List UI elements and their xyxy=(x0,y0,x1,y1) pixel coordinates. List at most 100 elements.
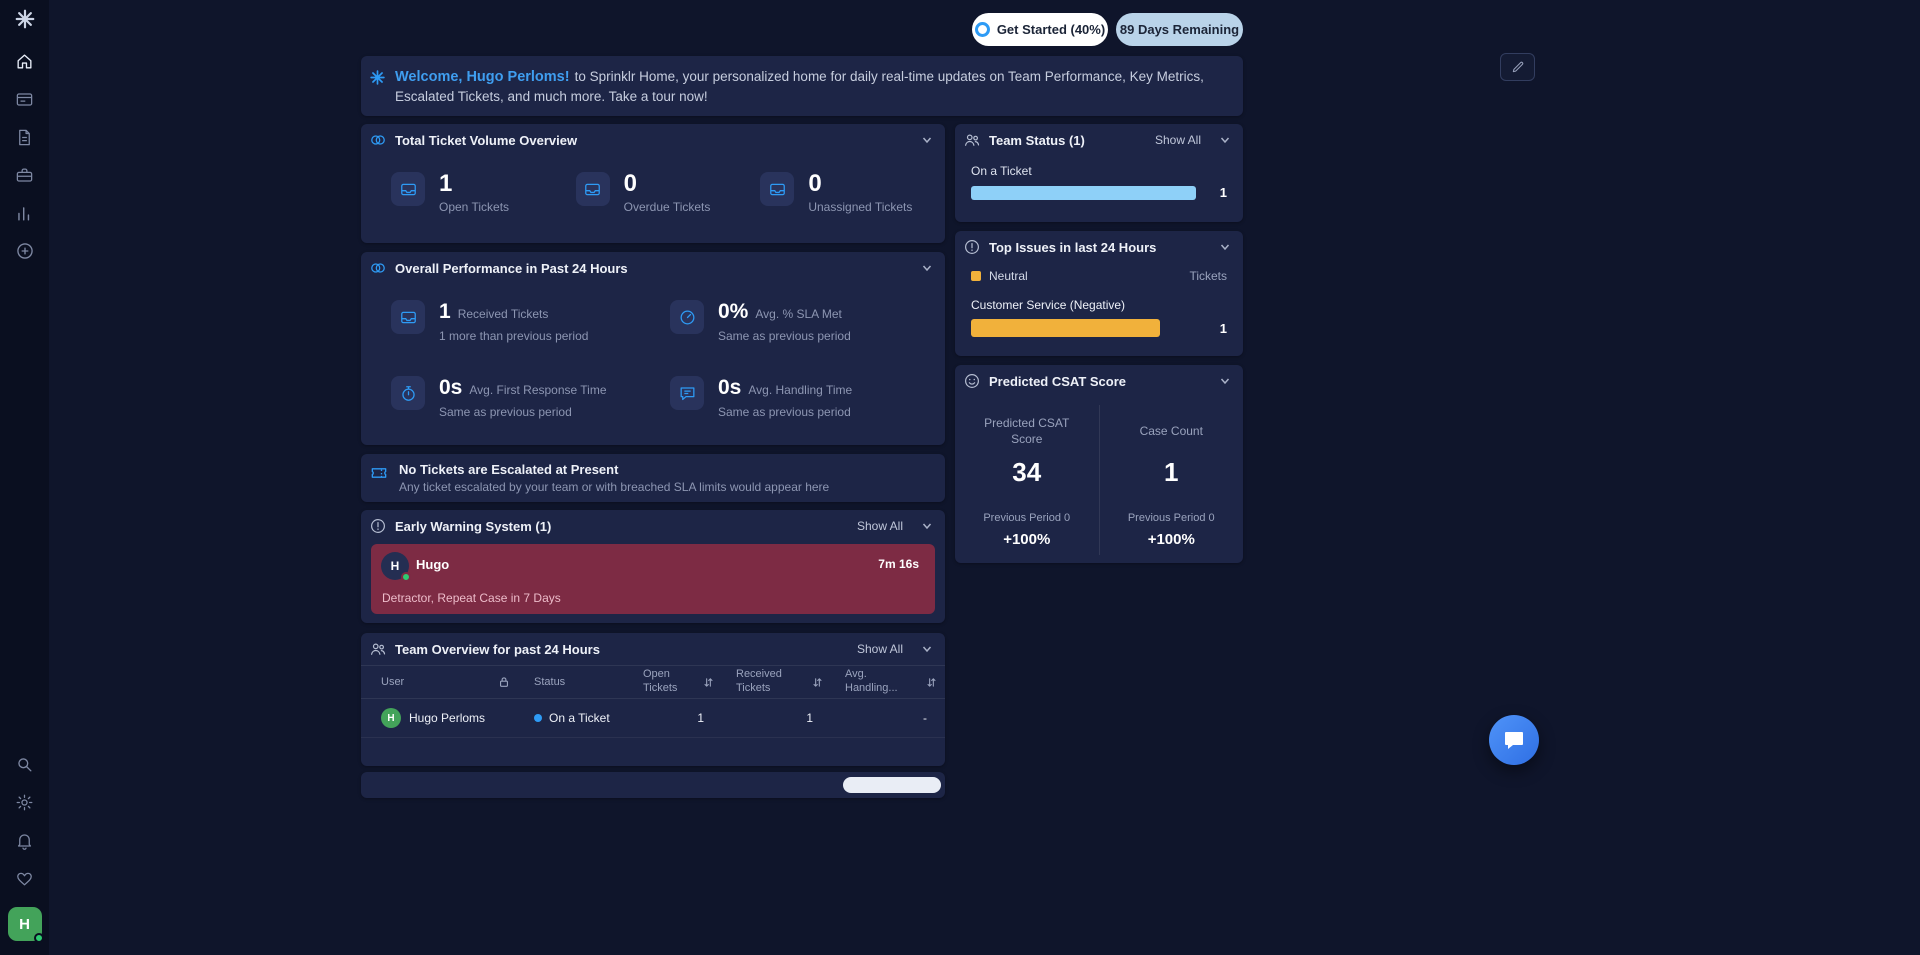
neutral-sentiment-icon xyxy=(971,271,981,281)
performance-stats: 1Received Tickets 1 more than previous p… xyxy=(361,284,945,432)
case-count-previous: Previous Period 0 xyxy=(1100,512,1244,524)
search-icon[interactable] xyxy=(13,752,37,776)
team-icon xyxy=(369,640,387,658)
case-count-column: Case Count 1 Previous Period 0 +100% xyxy=(1100,405,1244,555)
team-status-show-all-link[interactable]: Show All xyxy=(1155,133,1201,147)
chat-icon xyxy=(670,376,704,410)
chevron-down-icon[interactable] xyxy=(1219,375,1231,387)
notifications-bell-icon[interactable] xyxy=(13,828,37,852)
issue-bar xyxy=(971,319,1160,337)
sort-icon[interactable] xyxy=(812,677,823,688)
team-overview-card: Team Overview for past 24 Hours Show All… xyxy=(361,633,945,766)
create-plus-icon[interactable] xyxy=(13,239,37,263)
stat-label: Unassigned Tickets xyxy=(808,200,912,214)
alert-icon xyxy=(369,517,387,535)
escalation-title: No Tickets are Escalated at Present xyxy=(399,462,829,477)
stat-label: Overdue Tickets xyxy=(624,200,711,214)
chevron-down-icon[interactable] xyxy=(921,262,933,274)
home-icon[interactable] xyxy=(13,49,37,73)
row-received-value: 1 xyxy=(806,711,813,725)
days-remaining-button[interactable]: 89 Days Remaining xyxy=(1116,13,1243,46)
column-user-label: User xyxy=(381,676,404,688)
cutoff-panel xyxy=(361,772,945,798)
chevron-down-icon[interactable] xyxy=(1219,134,1231,146)
case-document-icon[interactable] xyxy=(13,125,37,149)
chevron-down-icon[interactable] xyxy=(921,643,933,655)
row-avg-handling-value: - xyxy=(923,711,927,725)
row-user-name: Hugo Perloms xyxy=(409,711,485,725)
card-title: Total Ticket Volume Overview xyxy=(395,133,577,148)
welcome-text: Welcome, Hugo Perloms!to Sprinklr Home, … xyxy=(395,67,1223,106)
stat-value: 0 xyxy=(624,172,711,196)
open-tickets-stat: 1 Open Tickets xyxy=(391,172,576,214)
days-remaining-label: 89 Days Remaining xyxy=(1120,22,1239,37)
settings-gear-icon[interactable] xyxy=(13,790,37,814)
online-status-dot xyxy=(34,933,44,943)
performance-card: Overall Performance in Past 24 Hours 1Re… xyxy=(361,252,945,445)
team-overview-show-all-link[interactable]: Show All xyxy=(857,642,903,656)
team-icon xyxy=(963,131,981,149)
sprinklr-logo-icon xyxy=(14,8,36,30)
chevron-down-icon[interactable] xyxy=(921,134,933,146)
sort-icon[interactable] xyxy=(926,677,937,688)
analytics-icon[interactable] xyxy=(13,201,37,225)
table-row[interactable]: H Hugo Perloms On a Ticket 1 1 - xyxy=(361,699,945,738)
chevron-down-icon[interactable] xyxy=(921,520,933,532)
stat-subtext: Same as previous period xyxy=(439,405,607,419)
issue-label: Customer Service (Negative) xyxy=(971,298,1227,312)
welcome-title: Welcome, Hugo Perloms! xyxy=(395,69,570,85)
inbox-icon xyxy=(760,172,794,206)
get-started-label: Get Started (40%) xyxy=(997,22,1105,37)
ews-show-all-link[interactable]: Show All xyxy=(857,519,903,533)
progress-ring-icon xyxy=(975,22,990,37)
overview-rings-icon xyxy=(369,131,387,149)
card-title: Predicted CSAT Score xyxy=(989,374,1126,389)
status-category-label: On a Ticket xyxy=(971,164,1227,178)
csat-card: Predicted CSAT Score Predicted CSAT Scor… xyxy=(955,365,1243,563)
workspace-briefcase-icon[interactable] xyxy=(13,163,37,187)
status-dot xyxy=(534,714,542,722)
ews-alert-row[interactable]: H Hugo 7m 16s Detractor, Repeat Case in … xyxy=(371,544,935,614)
ticket-volume-card: Total Ticket Volume Overview 1 Open Tick… xyxy=(361,124,945,243)
column-received-label: Received Tickets xyxy=(736,668,788,696)
stat-value: 0 xyxy=(808,172,912,196)
csat-score-column: Predicted CSAT Score 34 Previous Period … xyxy=(955,405,1100,555)
lock-icon xyxy=(498,676,510,688)
stat-label: Received Tickets xyxy=(458,307,549,321)
ews-duration: 7m 16s xyxy=(878,557,919,571)
issue-value: 1 xyxy=(1209,321,1227,336)
top-issues-card: Top Issues in last 24 Hours Neutral Tick… xyxy=(955,231,1243,356)
ticket-icon xyxy=(369,463,389,483)
card-title: Team Status (1) xyxy=(989,133,1085,148)
sentiment-label: Neutral xyxy=(989,269,1028,283)
get-started-button[interactable]: Get Started (40%) xyxy=(972,13,1108,46)
stat-label: Avg. Handling Time xyxy=(748,383,852,397)
card-title: Top Issues in last 24 Hours xyxy=(989,240,1156,255)
status-value: 1 xyxy=(1209,185,1227,200)
inbox-icon xyxy=(391,172,425,206)
ews-agent-name: Hugo xyxy=(416,557,449,572)
table-header: User Status Open Tickets Received Ticket… xyxy=(361,665,945,699)
smiley-icon xyxy=(963,372,981,390)
chat-support-button[interactable] xyxy=(1489,715,1539,765)
user-avatar[interactable]: H xyxy=(8,907,42,941)
stat-value: 0% xyxy=(718,300,748,324)
ews-avatar: H xyxy=(381,552,409,580)
column-avg-handling-label: Avg. Handling... xyxy=(845,668,897,696)
stat-value: 0s xyxy=(439,376,462,400)
engagement-card-icon[interactable] xyxy=(13,87,37,111)
edit-layout-button[interactable] xyxy=(1500,53,1535,81)
card-title: Team Overview for past 24 Hours xyxy=(395,642,600,657)
unassigned-tickets-stat: 0 Unassigned Tickets xyxy=(760,172,945,214)
chevron-down-icon[interactable] xyxy=(1219,241,1231,253)
card-title: Overall Performance in Past 24 Hours xyxy=(395,261,628,276)
stat-subtext: Same as previous period xyxy=(718,405,852,419)
row-open-value: 1 xyxy=(697,711,704,725)
overdue-tickets-stat: 0 Overdue Tickets xyxy=(576,172,761,214)
team-status-card: Team Status (1) Show All On a Ticket 1 xyxy=(955,124,1243,222)
sort-icon[interactable] xyxy=(703,677,714,688)
pagination-control[interactable] xyxy=(843,777,941,793)
ticket-volume-stats: 1 Open Tickets 0 Overdue Tickets 0 Unass… xyxy=(361,172,945,214)
care-heart-icon[interactable] xyxy=(13,866,37,890)
escalation-card: No Tickets are Escalated at Present Any … xyxy=(361,454,945,502)
